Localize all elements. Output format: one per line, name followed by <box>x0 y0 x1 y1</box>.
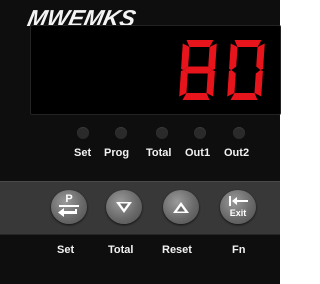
exit-arrow-icon <box>229 196 248 206</box>
segment-f-digit-0 <box>181 43 190 70</box>
key-label-set: Set <box>57 244 75 256</box>
segment-c-digit-0 <box>206 70 215 97</box>
key-label-total: Total <box>108 244 134 256</box>
enter-arrow-icon <box>58 205 79 217</box>
key-face-exit: Exit <box>229 208 247 218</box>
segment-e-digit-0 <box>179 70 188 97</box>
indicator-label-out1: Out1 <box>185 147 211 159</box>
indicator-label-total: Total <box>146 147 172 159</box>
led-display: 80 <box>30 25 281 115</box>
indicator-led-total <box>156 127 168 139</box>
indicator-label-prog: Prog <box>104 147 130 159</box>
keypad: P Exit <box>0 181 280 235</box>
indicator-label-set: Set <box>74 147 92 159</box>
key-labels-row: Set Total Reset Fn <box>0 233 280 284</box>
key-label-fn: Fn <box>232 244 246 256</box>
set-key-button[interactable]: P <box>51 190 87 224</box>
segment-f-digit-1 <box>229 43 238 70</box>
fn-key-button[interactable]: Exit <box>220 190 256 224</box>
controller-bezel: MWEMKS 80 Set Prog Total Out1 Out2 P <box>0 0 281 284</box>
segment-d-digit-0 <box>182 93 210 100</box>
reset-key-button[interactable] <box>163 190 199 224</box>
display-digits <box>179 40 265 100</box>
up-arrow-icon <box>173 202 189 213</box>
segment-a-digit-0 <box>186 40 214 47</box>
segment-c-digit-1 <box>254 70 263 97</box>
segment-d-digit-1 <box>230 93 258 100</box>
indicator-led-out1 <box>194 127 206 139</box>
indicator-led-out2 <box>233 127 245 139</box>
indicator-led-prog <box>115 127 127 139</box>
indicator-label-out2: Out2 <box>224 147 250 159</box>
key-label-reset: Reset <box>162 244 192 256</box>
segment-a-digit-1 <box>234 40 262 47</box>
segment-e-digit-1 <box>227 70 236 97</box>
segment-b-digit-1 <box>256 43 265 70</box>
segment-b-digit-0 <box>208 43 217 70</box>
down-arrow-icon <box>116 202 132 213</box>
segment-g-digit-0 <box>183 66 213 74</box>
total-key-button[interactable] <box>106 190 142 224</box>
indicator-led-set <box>77 127 89 139</box>
indicator-row: Set Prog Total Out1 Out2 <box>0 126 280 166</box>
